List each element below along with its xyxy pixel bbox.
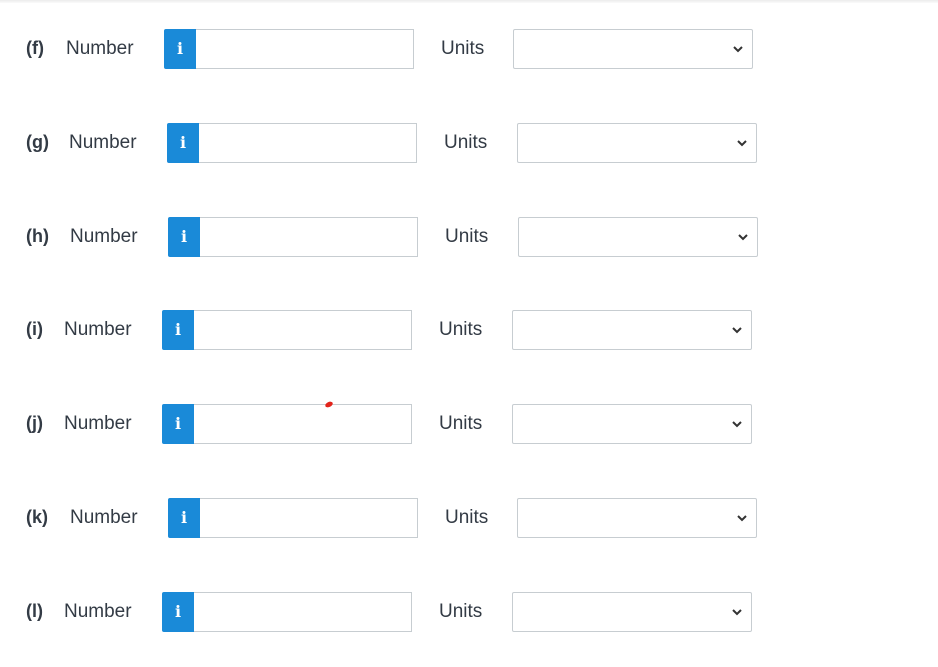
info-button[interactable]: i [168,498,200,538]
number-input[interactable] [194,592,412,632]
number-label: Number [64,413,132,434]
units-select[interactable] [518,217,758,257]
info-button[interactable]: i [167,123,199,163]
info-icon: i [180,508,188,527]
units-select[interactable] [517,123,757,163]
part-label: (k) [26,507,48,527]
number-input[interactable] [200,498,418,538]
chevron-down-icon [733,46,743,53]
part-label: (f) [26,38,44,58]
info-icon: i [174,414,182,433]
number-label: Number [69,132,137,153]
chevron-down-icon [732,421,742,428]
number-label: Number [64,319,132,340]
units-select[interactable] [512,592,752,632]
part-label: (l) [26,601,43,621]
units-label: Units [445,226,489,247]
chevron-down-icon [737,140,747,147]
part-label: (j) [26,413,43,433]
units-label: Units [439,413,483,434]
info-button[interactable]: i [168,217,200,257]
info-button[interactable]: i [162,310,194,350]
question-row-g: (g) Number i Units [0,122,938,164]
info-button[interactable]: i [164,29,196,69]
number-input[interactable] [194,404,412,444]
chevron-down-icon [732,609,742,616]
part-label: (i) [26,319,43,339]
top-divider [0,0,938,3]
chevron-down-icon [732,327,742,334]
info-icon: i [174,602,182,621]
number-input[interactable] [200,217,418,257]
number-label: Number [66,38,134,59]
question-row-k: (k) Number i Units [0,497,938,539]
number-label: Number [64,601,132,622]
number-label: Number [70,507,138,528]
part-label: (g) [26,132,49,152]
info-icon: i [179,133,187,152]
number-label: Number [70,226,138,247]
units-select[interactable] [512,404,752,444]
number-input[interactable] [196,29,414,69]
question-row-l: (l) Number i Units [0,591,938,633]
units-label: Units [439,601,483,622]
chevron-down-icon [737,515,747,522]
number-input[interactable] [194,310,412,350]
info-icon: i [176,39,184,58]
number-input[interactable] [199,123,417,163]
info-icon: i [180,227,188,246]
units-select[interactable] [513,29,753,69]
part-label: (h) [26,226,49,246]
units-select[interactable] [512,310,752,350]
question-row-j: (j) Number i Units [0,403,938,445]
chevron-down-icon [738,234,748,241]
info-button[interactable]: i [162,404,194,444]
question-row-h: (h) Number i Units [0,216,938,258]
units-label: Units [441,38,485,59]
question-row-f: (f) Number i Units [0,28,938,70]
info-icon: i [174,320,182,339]
info-button[interactable]: i [162,592,194,632]
question-row-i: (i) Number i Units [0,309,938,351]
units-label: Units [445,507,489,528]
units-select[interactable] [517,498,757,538]
units-label: Units [444,132,488,153]
units-label: Units [439,319,483,340]
